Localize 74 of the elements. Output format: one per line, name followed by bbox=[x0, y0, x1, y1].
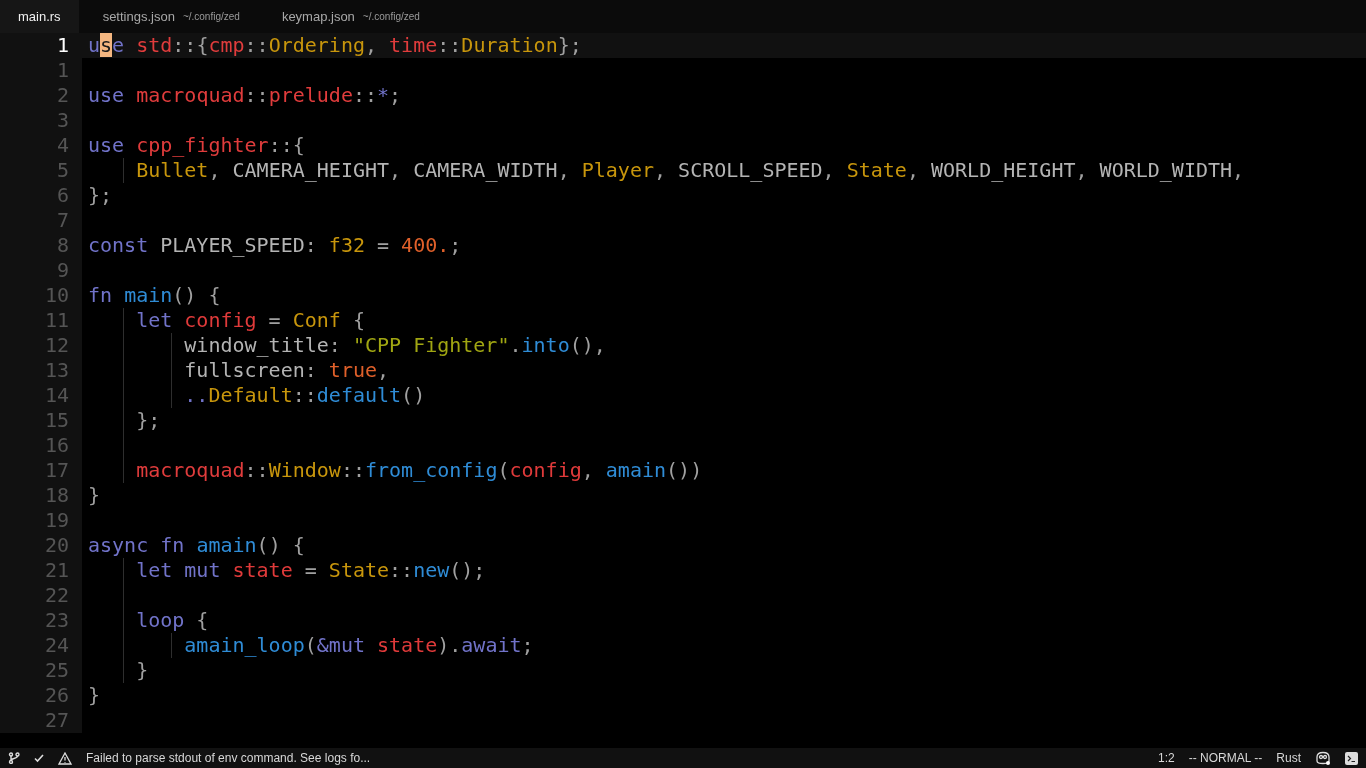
line-number: 14 bbox=[44, 383, 70, 408]
line-number: 21 bbox=[44, 558, 70, 583]
line-number: 27 bbox=[44, 708, 70, 733]
line-number: 1 bbox=[56, 33, 70, 58]
code-line: }; bbox=[88, 183, 113, 207]
line-number: 7 bbox=[56, 208, 70, 233]
check-icon[interactable] bbox=[34, 753, 44, 763]
code-line: use macroquad::prelude::*; bbox=[88, 83, 402, 107]
line-number: 23 bbox=[44, 608, 70, 633]
code-token: Duration bbox=[461, 33, 558, 57]
status-message[interactable]: Failed to parse stdout of env command. See logs fo... bbox=[86, 751, 371, 765]
vim-mode: -- NORMAL -- bbox=[1188, 751, 1263, 765]
line-number: 18 bbox=[44, 483, 70, 508]
code-token: }; bbox=[557, 33, 582, 57]
code-line: fn main() { bbox=[88, 283, 221, 307]
line-number: 19 bbox=[44, 508, 70, 533]
code-line: use cpp_fighter::{ bbox=[88, 133, 305, 157]
code-line: const PLAYER_SPEED: f32 = 400.; bbox=[88, 233, 462, 257]
line-number: 3 bbox=[56, 108, 70, 133]
line-number: 20 bbox=[44, 533, 70, 558]
branch-icon[interactable] bbox=[8, 752, 20, 764]
code-token: cmp bbox=[208, 33, 245, 57]
code-token: , bbox=[365, 33, 379, 57]
code-line: }; bbox=[135, 408, 161, 432]
code-line: amain_loop(&mut state).await; bbox=[183, 633, 534, 657]
cursor-position[interactable]: 1:2 bbox=[1158, 751, 1175, 765]
code-line: let mut state = State::new(); bbox=[135, 558, 486, 582]
code-token: :: bbox=[244, 33, 269, 57]
text-cursor: s bbox=[100, 33, 113, 57]
terminal-icon[interactable] bbox=[1345, 751, 1358, 765]
code-line: loop { bbox=[135, 608, 209, 632]
code-line: fullscreen: true, bbox=[183, 358, 390, 382]
line-number: 22 bbox=[44, 583, 70, 608]
line-number: 15 bbox=[44, 408, 70, 433]
code-line: ..Default::default() bbox=[183, 383, 426, 407]
line-number: 10 bbox=[44, 283, 70, 308]
code-line: } bbox=[135, 658, 149, 682]
line-number: 9 bbox=[56, 258, 70, 283]
code-line: async fn amain() { bbox=[88, 533, 305, 557]
line-number: 12 bbox=[44, 333, 70, 358]
tab-path: ~/.config/zed bbox=[362, 11, 420, 22]
language-selector[interactable]: Rust bbox=[1276, 751, 1301, 765]
code-line: window_title: "CPP Fighter".into(), bbox=[183, 333, 606, 357]
code-line: Bullet, CAMERA_HEIGHT, CAMERA_WIDTH, Player, SCROLL_SPEED, State, WORLD_HEIGHT, WORLD_WIDTH, bbox=[135, 158, 1245, 182]
line-number: 24 bbox=[44, 633, 70, 658]
code-token: Ordering bbox=[268, 33, 365, 57]
code-token: u bbox=[88, 33, 101, 57]
warning-icon bbox=[58, 751, 72, 765]
editor-tab[interactable]: keymap.json ~/.config/zed bbox=[263, 0, 438, 33]
editor-tab[interactable]: main.rs bbox=[0, 0, 79, 33]
code-token: ::{ bbox=[172, 33, 209, 57]
tab-path: ~/.config/zed bbox=[182, 11, 240, 22]
assistant-icon[interactable] bbox=[1315, 751, 1331, 765]
line-number: 8 bbox=[56, 233, 70, 258]
code-line: } bbox=[88, 683, 101, 707]
line-number: 26 bbox=[44, 683, 70, 708]
line-number: 2 bbox=[56, 83, 70, 108]
code-line: macroquad::Window::from_config(config, amain()) bbox=[135, 458, 703, 482]
line-number: 5 bbox=[56, 158, 70, 183]
code-line: let config = Conf { bbox=[135, 308, 365, 332]
line-number: 4 bbox=[56, 133, 70, 158]
line-number: 6 bbox=[56, 183, 70, 208]
code-token: std bbox=[136, 33, 173, 57]
code-line: } bbox=[88, 483, 101, 507]
editor-tab[interactable]: settings.json ~/.config/zed bbox=[84, 0, 258, 33]
line-number: 16 bbox=[44, 433, 70, 458]
line-number: 25 bbox=[44, 658, 70, 683]
line-number: 11 bbox=[44, 308, 70, 333]
line-number: 1 bbox=[56, 58, 70, 83]
line-number: 13 bbox=[44, 358, 70, 383]
code-token: :: bbox=[437, 33, 462, 57]
code-token: e bbox=[112, 33, 126, 57]
line-number: 17 bbox=[44, 458, 70, 483]
code-token: time bbox=[389, 33, 438, 57]
